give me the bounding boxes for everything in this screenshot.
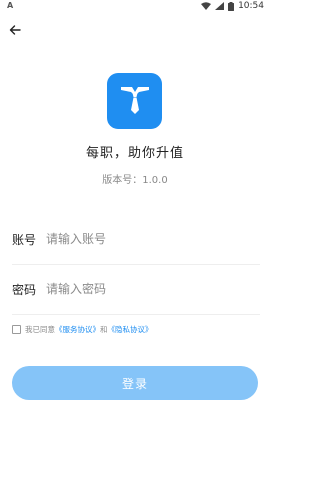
status-indicator: A [7,1,14,10]
status-icons: 10:54 [201,1,264,11]
wifi-icon [201,2,212,10]
status-time: 10:54 [238,1,264,11]
password-field-row: 密码 [12,264,260,315]
status-bar: A 10:54 [0,0,270,14]
agreement-checkbox[interactable] [12,325,21,334]
agreement: 我已同意 《服务协议》 和 《隐私协议》 [12,324,153,335]
app-logo [107,73,162,129]
battery-icon [228,1,235,11]
account-field-row: 账号 [12,214,260,265]
account-label: 账号 [12,232,37,247]
app-version: 版本号：1.0.0 [102,175,168,186]
app-slogan: 每职，助你升值 [85,146,184,161]
arrow-left-icon [9,20,21,39]
agreement-prefix: 我已同意 [25,325,55,334]
privacy-agreement-link[interactable]: 《隐私协议》 [108,324,153,335]
password-label: 密码 [12,282,37,297]
service-agreement-link[interactable]: 《服务协议》 [55,324,100,335]
back-button[interactable] [6,20,24,38]
tie-icon [115,79,155,123]
account-input[interactable] [46,227,260,251]
agreement-conjunction: 和 [100,325,108,334]
password-input[interactable] [46,277,260,301]
signal-icon [215,2,225,10]
login-button[interactable]: 登录 [12,366,258,400]
